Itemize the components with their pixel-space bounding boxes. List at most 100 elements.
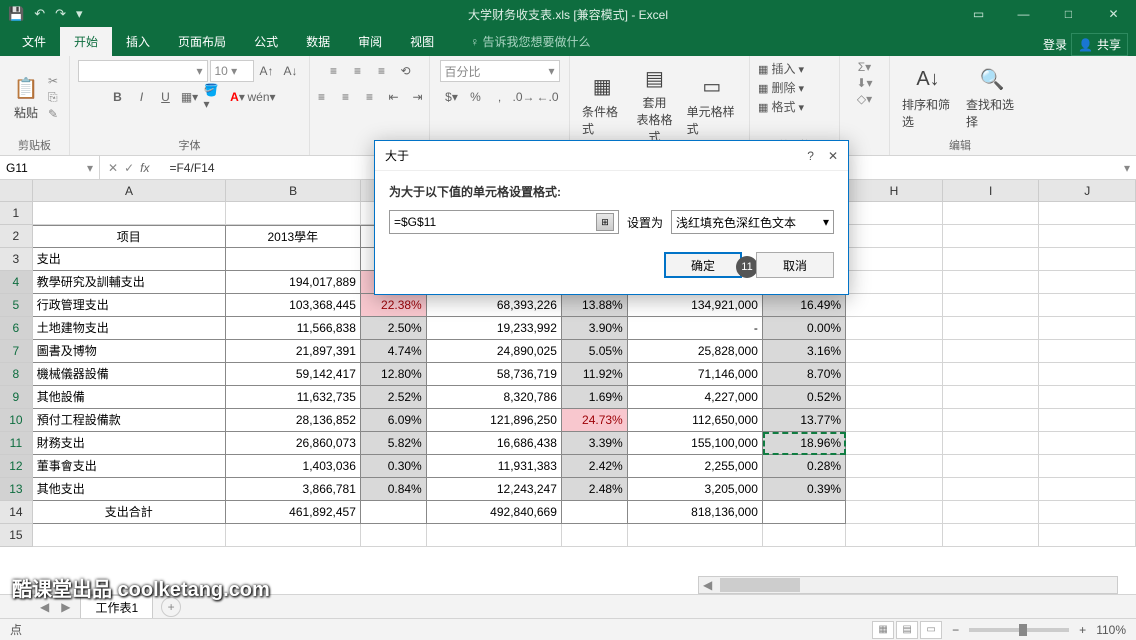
horizontal-scrollbar[interactable]: ◀ [698, 576, 1118, 594]
cell[interactable]: 其他支出 [33, 478, 226, 501]
cell[interactable] [562, 524, 628, 547]
font-name-select[interactable]: ▾ [78, 60, 208, 82]
zoom-slider[interactable] [969, 628, 1069, 632]
undo-icon[interactable]: ↶ [34, 6, 45, 22]
cell[interactable] [943, 294, 1040, 317]
row-header[interactable]: 10 [0, 409, 33, 432]
cell[interactable]: 项目 [33, 225, 226, 248]
cell[interactable] [361, 524, 427, 547]
cell[interactable] [846, 363, 943, 386]
dec-decimal-icon[interactable]: ←.0 [537, 86, 559, 108]
share-button[interactable]: 👤 共享 [1071, 33, 1128, 56]
cell[interactable] [226, 524, 361, 547]
cell[interactable]: 0.84% [361, 478, 427, 501]
cell-style-button[interactable]: ▭单元格样式 [683, 69, 741, 141]
align-top-icon[interactable]: ≡ [323, 60, 345, 82]
cell[interactable]: 24,890,025 [427, 340, 562, 363]
cell[interactable] [943, 386, 1040, 409]
cell[interactable]: 2013學年 [226, 225, 361, 248]
cell[interactable] [1039, 294, 1136, 317]
cell[interactable]: 支出 [33, 248, 226, 271]
number-format-select[interactable]: 百分比▾ [440, 60, 560, 82]
view-page-icon[interactable]: ▤ [896, 621, 918, 639]
indent-inc-icon[interactable]: ⇥ [407, 86, 429, 108]
dialog-value-input[interactable]: =$G$11 ⊞ [389, 210, 619, 234]
cell[interactable]: 13.77% [763, 409, 846, 432]
cell[interactable] [846, 524, 943, 547]
cell[interactable]: 26,860,073 [226, 432, 361, 455]
tab-review[interactable]: 审阅 [344, 27, 396, 56]
cell[interactable]: 2.42% [562, 455, 628, 478]
cell[interactable]: 董事會支出 [33, 455, 226, 478]
cell[interactable] [33, 202, 226, 225]
comma-icon[interactable]: , [489, 86, 511, 108]
cancel-formula-icon[interactable]: ✕ [108, 161, 118, 175]
dialog-cancel-button[interactable]: 取消 [756, 252, 834, 278]
cell[interactable]: 492,840,669 [427, 501, 562, 524]
cell[interactable]: 1,403,036 [226, 455, 361, 478]
dialog-ok-button[interactable]: 确定 11 [664, 252, 742, 278]
cell[interactable]: 1.69% [562, 386, 628, 409]
cell[interactable]: 12.80% [361, 363, 427, 386]
align-center-icon[interactable]: ≡ [335, 86, 357, 108]
cell[interactable] [628, 524, 763, 547]
cells-delete-button[interactable]: ▦ 删除 ▾ [758, 79, 804, 96]
tell-me[interactable]: ♀ 告诉我您想要做什么 [456, 27, 604, 56]
cell[interactable]: 194,017,889 [226, 271, 361, 294]
cell[interactable]: 68,393,226 [427, 294, 562, 317]
cell[interactable] [846, 248, 943, 271]
cell[interactable] [943, 432, 1040, 455]
copy-icon[interactable]: ⎘ [48, 90, 58, 105]
cell[interactable]: 28,136,852 [226, 409, 361, 432]
cell[interactable]: 134,921,000 [628, 294, 763, 317]
maximize-icon[interactable]: □ [1046, 0, 1091, 28]
cell[interactable] [1039, 225, 1136, 248]
tab-layout[interactable]: 页面布局 [164, 27, 240, 56]
row-header[interactable]: 6 [0, 317, 33, 340]
redo-icon[interactable]: ↷ [55, 6, 66, 22]
cell[interactable] [1039, 455, 1136, 478]
cell[interactable] [943, 248, 1040, 271]
cell[interactable]: 21,897,391 [226, 340, 361, 363]
cell[interactable] [846, 409, 943, 432]
cell[interactable]: 121,896,250 [427, 409, 562, 432]
cell[interactable]: 22.38% [361, 294, 427, 317]
align-bot-icon[interactable]: ≡ [371, 60, 393, 82]
dialog-close-icon[interactable]: ✕ [828, 149, 838, 163]
row-header[interactable]: 2 [0, 225, 33, 248]
cell[interactable] [763, 524, 846, 547]
cell[interactable] [846, 455, 943, 478]
cell[interactable]: 機械儀器設備 [33, 363, 226, 386]
enter-formula-icon[interactable]: ✓ [124, 161, 134, 175]
col-header-H[interactable]: H [846, 180, 943, 201]
cell[interactable]: 2.52% [361, 386, 427, 409]
underline-icon[interactable]: U [155, 86, 177, 108]
cell[interactable] [226, 248, 361, 271]
row-header[interactable]: 12 [0, 455, 33, 478]
cell[interactable]: 11,931,383 [427, 455, 562, 478]
conditional-format-button[interactable]: ▦条件格式 [578, 69, 626, 141]
close-icon[interactable]: ✕ [1091, 0, 1136, 28]
tab-file[interactable]: 文件 [8, 27, 60, 56]
align-right-icon[interactable]: ≡ [359, 86, 381, 108]
row-header[interactable]: 1 [0, 202, 33, 225]
range-picker-icon[interactable]: ⊞ [596, 213, 614, 231]
name-box[interactable]: G11▾ [0, 156, 100, 179]
cell[interactable] [943, 340, 1040, 363]
indent-dec-icon[interactable]: ⇤ [383, 86, 405, 108]
cell[interactable]: 13.88% [562, 294, 628, 317]
cell[interactable]: 其他設備 [33, 386, 226, 409]
minimize-icon[interactable]: — [1001, 0, 1046, 28]
cell[interactable]: 16,686,438 [427, 432, 562, 455]
col-header-J[interactable]: J [1039, 180, 1136, 201]
row-header[interactable]: 9 [0, 386, 33, 409]
cell[interactable] [1039, 363, 1136, 386]
cell[interactable]: 2.50% [361, 317, 427, 340]
cell[interactable]: 0.52% [763, 386, 846, 409]
percent-icon[interactable]: % [465, 86, 487, 108]
dialog-format-select[interactable]: 浅红填充色深红色文本 ▾ [671, 210, 834, 234]
row-header[interactable]: 15 [0, 524, 33, 547]
cell[interactable] [1039, 409, 1136, 432]
cell[interactable]: 11,566,838 [226, 317, 361, 340]
cell[interactable] [1039, 524, 1136, 547]
